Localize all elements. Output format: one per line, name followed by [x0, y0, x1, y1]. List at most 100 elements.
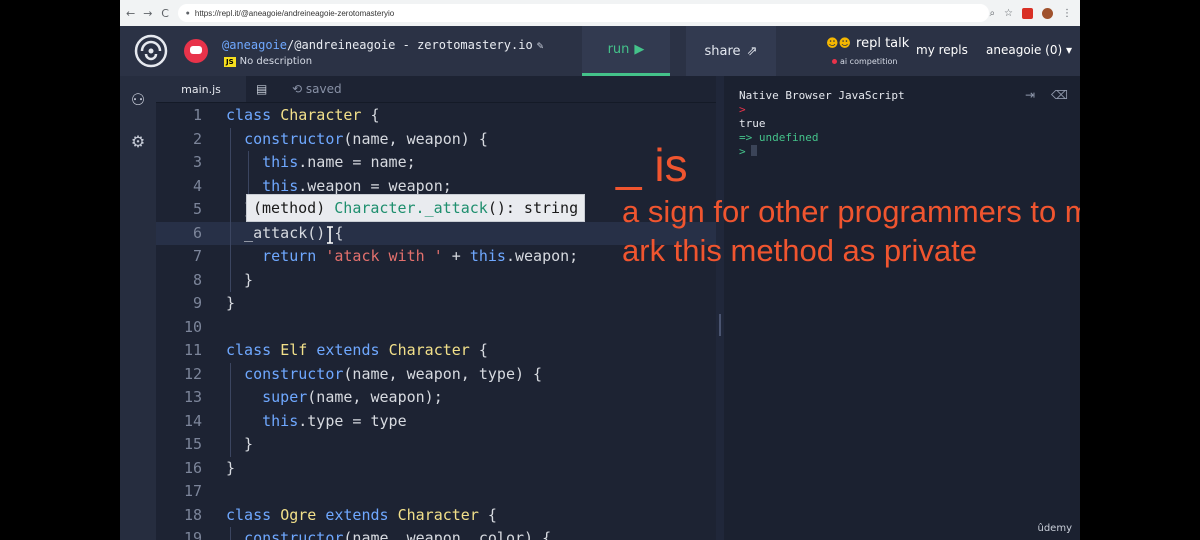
- reload-icon[interactable]: C: [158, 7, 171, 20]
- extension-icon[interactable]: [1022, 7, 1034, 19]
- code-token: Character: [280, 106, 362, 124]
- code-line[interactable]: 12 constructor(name, weapon, type) {: [156, 363, 716, 387]
- replit-logo-icon[interactable]: [134, 34, 168, 68]
- code-token: constructor: [244, 529, 344, 540]
- description-text: No description: [239, 56, 313, 67]
- text-cursor-icon: [327, 226, 333, 244]
- line-number: 13: [183, 388, 202, 406]
- saved-label: saved: [305, 82, 342, 96]
- repl-description: JS No description: [224, 56, 312, 67]
- profile-avatar-icon[interactable]: [1042, 7, 1054, 19]
- code-token: return: [262, 247, 317, 265]
- code-token: extends: [325, 505, 389, 524]
- repl-name: @andreineagoie - zerotomastery.io: [294, 38, 533, 52]
- url-text: https://repl.it/@aneagoie/andreineagoie-…: [194, 8, 395, 18]
- user-menu[interactable]: aneagoie (0) ▾: [986, 43, 1072, 57]
- console-panel[interactable]: Native Browser JavaScript ⇥ ⌫ > true => …: [724, 76, 1080, 540]
- repl-title[interactable]: @aneagoie/@andreineagoie - zerotomastery…: [222, 38, 543, 52]
- code-token: {: [469, 341, 488, 359]
- code-line[interactable]: 19 constructor(name, weapon, color) {: [156, 527, 716, 540]
- address-bar[interactable]: ● https://repl.it/@aneagoie/andreineagoi…: [177, 4, 990, 22]
- repl-talk-label: repl talk: [856, 36, 910, 51]
- left-sidebar: ⚇ ⚙: [120, 76, 156, 540]
- code-line[interactable]: 13 super(name, weapon);: [156, 386, 716, 410]
- code-text: this.type = type: [226, 410, 407, 434]
- splitter-handle[interactable]: [719, 314, 721, 336]
- line-number: 6: [192, 223, 202, 242]
- line-number: 17: [183, 482, 202, 500]
- code-token: this: [262, 176, 299, 195]
- share-button[interactable]: share ⇗: [686, 26, 776, 76]
- code-token: Elf: [280, 341, 308, 359]
- panel-splitter[interactable]: [716, 76, 724, 540]
- console-input-line[interactable]: >: [739, 145, 757, 158]
- code-token: .type = type: [298, 411, 407, 430]
- editor-tabs: main.js ▤ ⟲ saved: [156, 76, 716, 103]
- share-label: share: [704, 43, 741, 59]
- code-line[interactable]: 1 class Character {: [156, 104, 716, 128]
- indent-guide: [248, 151, 249, 198]
- code-line[interactable]: 14 this.type = type: [156, 410, 716, 434]
- line-number: 5: [192, 200, 202, 218]
- exit-console-icon[interactable]: ⇥: [1025, 88, 1035, 102]
- repl-owner[interactable]: @aneagoie: [222, 38, 287, 52]
- code-token: this: [262, 153, 299, 171]
- annotation-text: a sign for other programmers to m ark th…: [622, 194, 1080, 268]
- udemy-watermark: ûdemy: [1037, 523, 1073, 534]
- line-number: 4: [192, 176, 202, 195]
- line-number: 14: [183, 411, 202, 430]
- my-repls-link[interactable]: my repls: [916, 43, 968, 57]
- run-button[interactable]: run ▶: [582, 26, 670, 76]
- indent-guide: [230, 127, 231, 292]
- code-text: class Ogre extends Character {: [226, 504, 497, 528]
- indent-guide: [230, 362, 231, 457]
- tooltip-name: Character._attack: [334, 199, 488, 217]
- forward-icon[interactable]: →: [141, 7, 154, 20]
- code-line[interactable]: 10: [156, 316, 716, 340]
- repl-talk-link[interactable]: ☻☻ repl talk ai competition: [826, 36, 910, 66]
- bookmark-star-icon[interactable]: ☆: [1004, 8, 1013, 19]
- code-token: Character: [388, 341, 470, 359]
- back-icon[interactable]: ←: [124, 7, 137, 20]
- code-line[interactable]: 9}: [156, 292, 716, 316]
- line-number: 18: [183, 505, 202, 524]
- code-token: constructor: [244, 129, 344, 148]
- multiplayer-icon[interactable]: ⚇: [120, 90, 156, 109]
- settings-gear-icon[interactable]: ⚙: [120, 132, 156, 151]
- code-token: {: [478, 505, 497, 524]
- code-token: class: [226, 341, 281, 359]
- js-language-badge: JS: [224, 56, 236, 67]
- lock-icon: ●: [185, 9, 190, 17]
- tab-main-js[interactable]: main.js: [156, 76, 246, 102]
- play-icon: ▶: [634, 42, 645, 57]
- code-token: this: [262, 411, 299, 430]
- clear-console-icon[interactable]: ⌫: [1051, 88, 1068, 102]
- browser-menu-icon[interactable]: ⋮: [1062, 8, 1072, 19]
- console-cursor: [750, 145, 757, 156]
- code-token: {: [361, 106, 380, 124]
- code-text: super(name, weapon);: [226, 386, 443, 410]
- code-line[interactable]: 17: [156, 480, 716, 504]
- code-text: class Character {: [226, 104, 380, 128]
- code-line[interactable]: 11 class Elf extends Character {: [156, 339, 716, 363]
- line-number: 16: [183, 458, 202, 477]
- code-line[interactable]: 8 }: [156, 269, 716, 293]
- line-number: 11: [183, 341, 202, 359]
- pencil-icon[interactable]: ✎: [537, 39, 544, 52]
- code-line[interactable]: 15 }: [156, 433, 716, 457]
- repl-avatar[interactable]: [184, 39, 208, 63]
- code-token: constructor: [244, 364, 344, 383]
- saved-status: ⟲ saved: [292, 82, 342, 96]
- zoom-icon[interactable]: ⌕: [989, 8, 995, 19]
- files-icon[interactable]: ▤: [256, 82, 267, 96]
- code-line[interactable]: 16}: [156, 457, 716, 481]
- code-text: this.name = name;: [226, 151, 416, 175]
- code-line[interactable]: 18 class Ogre extends Character {: [156, 504, 716, 528]
- annotation-title: _ is: [616, 139, 688, 191]
